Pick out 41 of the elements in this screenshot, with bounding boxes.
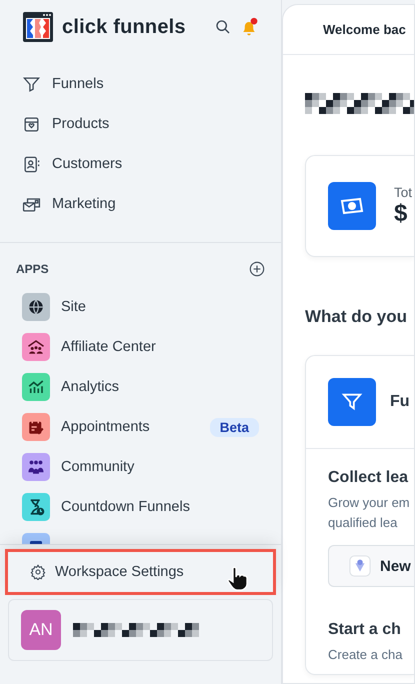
app-item[interactable]: Countdown Funnels	[22, 487, 259, 527]
settings-icon	[30, 564, 46, 580]
globe-icon	[27, 298, 45, 316]
funnel-icon	[328, 378, 376, 426]
section-title: Start a ch	[328, 621, 402, 639]
avatar: AN	[21, 610, 61, 650]
brand-name: click funnels	[62, 16, 187, 38]
beta-badge: Beta	[210, 418, 259, 436]
box-icon	[22, 114, 41, 134]
stat-label: Tot	[394, 184, 412, 200]
section-text: Grow your em	[328, 494, 411, 512]
search-icon[interactable]	[215, 19, 231, 35]
section-title: What do you	[305, 307, 408, 327]
app-item[interactable]: Site	[22, 287, 259, 327]
section-heading: APPS	[16, 262, 49, 276]
page-header: Welcome bac	[283, 5, 414, 55]
nav-item[interactable]: Products	[22, 104, 259, 144]
logo-icon	[22, 11, 54, 43]
contact-card-icon	[22, 154, 41, 174]
chart-icon	[27, 378, 45, 396]
card-title: Fu	[390, 393, 410, 411]
section-title: Collect lea	[328, 469, 410, 487]
nav-item[interactable]: Funnels	[22, 64, 259, 104]
people-icon	[27, 338, 45, 356]
funnel-icon	[22, 74, 41, 94]
app-item[interactable]: Affiliate Center	[22, 327, 259, 367]
add-icon[interactable]	[249, 261, 265, 277]
new-button[interactable]: New	[328, 545, 414, 587]
stat-value: $	[394, 200, 408, 228]
workspace-settings-item[interactable]: Workspace Settings	[5, 549, 276, 595]
nav-item[interactable]: Marketing	[22, 184, 259, 224]
section-text: Create a cha	[328, 646, 404, 664]
app-item[interactable]: Analytics	[22, 367, 259, 407]
people-icon	[27, 458, 45, 476]
nav-item[interactable]: Customers	[22, 144, 259, 184]
app-item[interactable]: Community	[22, 447, 259, 487]
hand-cursor-icon	[226, 566, 249, 592]
money-icon	[328, 182, 376, 230]
section-text: qualified lea	[328, 514, 398, 532]
account-card[interactable]: AN	[8, 599, 273, 661]
app-item[interactable]: Appointments Beta	[22, 407, 259, 447]
